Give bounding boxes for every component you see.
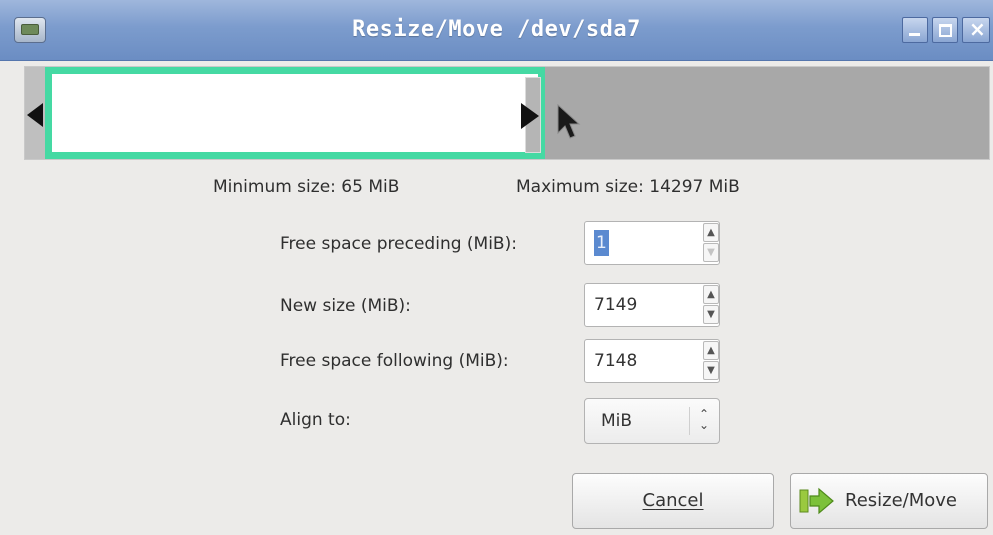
minimize-icon[interactable] <box>902 17 928 43</box>
partition-block[interactable] <box>45 67 545 159</box>
free-following-input[interactable]: 7148 <box>594 340 694 382</box>
minimum-size-label: Minimum size: 65 MiB <box>213 177 400 197</box>
maximize-icon[interactable] <box>932 17 958 43</box>
spinner-arrows: ▲ ▼ <box>703 341 719 381</box>
new-size-spinner[interactable]: 7149 ▲ ▼ <box>584 283 720 327</box>
new-size-input[interactable]: 7149 <box>594 284 694 326</box>
maximum-size-label: Maximum size: 14297 MiB <box>516 177 740 197</box>
title-bar[interactable]: Resize/Move /dev/sda7 <box>0 0 993 61</box>
free-preceding-spinner[interactable]: 1 ▲ ▼ <box>584 221 720 265</box>
cancel-button-label: Cancel <box>642 490 704 511</box>
cancel-button[interactable]: Cancel <box>572 473 774 529</box>
free-preceding-input[interactable]: 1 <box>594 230 609 256</box>
new-size-label: New size (MiB): <box>280 296 411 316</box>
increment-icon[interactable]: ▲ <box>703 341 719 360</box>
free-following-spinner[interactable]: 7148 ▲ ▼ <box>584 339 720 383</box>
decrement-icon[interactable]: ▼ <box>703 361 719 380</box>
align-to-select[interactable]: MiB ⌃ ⌄ <box>584 398 720 444</box>
free-preceding-label: Free space preceding (MiB): <box>280 234 517 254</box>
window-title: Resize/Move /dev/sda7 <box>352 17 641 42</box>
resize-move-button-label: Resize/Move <box>845 490 958 511</box>
resize-move-button[interactable]: Resize/Move <box>790 473 988 529</box>
partition-resizer[interactable] <box>24 66 990 160</box>
left-resize-handle-icon[interactable] <box>27 103 43 127</box>
increment-icon[interactable]: ▲ <box>703 223 719 242</box>
free-following-label: Free space following (MiB): <box>280 351 509 371</box>
green-arrow-icon <box>799 487 834 515</box>
updown-chevron-icon: ⌃ ⌄ <box>698 407 710 432</box>
align-to-label: Align to: <box>280 410 351 430</box>
right-resize-handle-icon[interactable] <box>521 103 539 129</box>
close-icon[interactable] <box>962 17 990 43</box>
spinner-arrows: ▲ ▼ <box>703 285 719 325</box>
decrement-icon[interactable]: ▼ <box>703 305 719 324</box>
decrement-icon[interactable]: ▼ <box>703 243 719 262</box>
align-to-value: MiB <box>601 411 633 431</box>
mouse-pointer-icon <box>557 103 581 139</box>
combo-separator <box>689 407 690 435</box>
spinner-arrows: ▲ ▼ <box>703 223 719 263</box>
increment-icon[interactable]: ▲ <box>703 285 719 304</box>
